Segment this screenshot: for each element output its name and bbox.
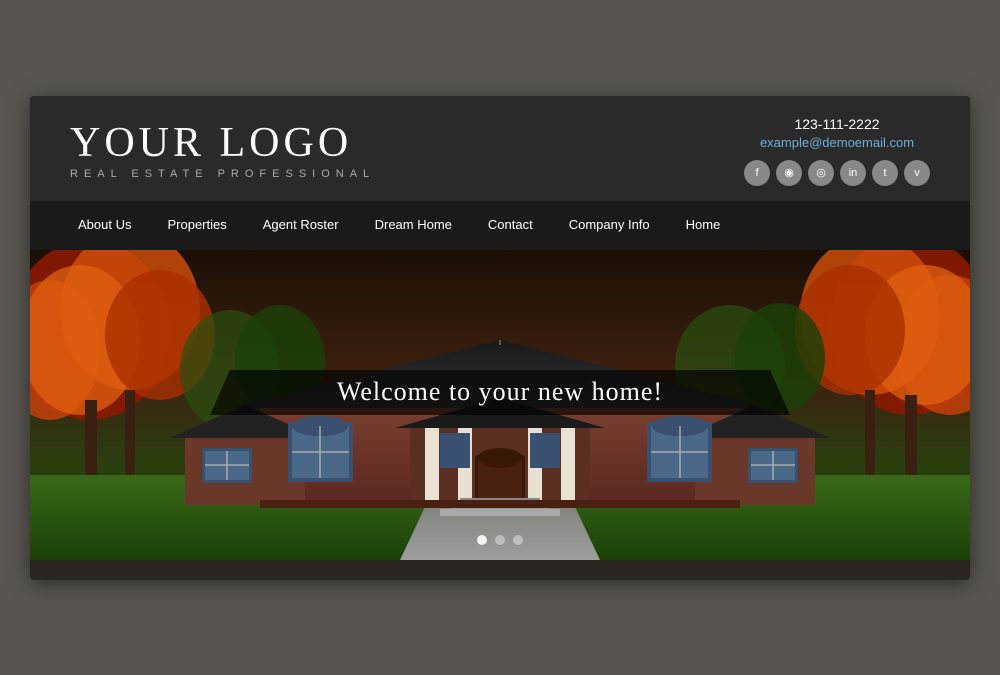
instagram-icon[interactable]: ◎ xyxy=(808,160,834,186)
slider-dot-2[interactable] xyxy=(495,535,505,545)
contact-email[interactable]: example@demoemail.com xyxy=(760,135,914,150)
footer-bar xyxy=(30,560,970,580)
flickr-icon[interactable]: ◉ xyxy=(776,160,802,186)
contact-area: 123-111-2222 example@demoemail.com f ◉ ◎… xyxy=(744,116,930,186)
nav-contact[interactable]: Contact xyxy=(470,201,551,250)
nav-dream-home[interactable]: Dream Home xyxy=(357,201,470,250)
slider-dot-3[interactable] xyxy=(513,535,523,545)
site-nav: About Us Properties Agent Roster Dream H… xyxy=(30,201,970,250)
browser-wrapper: YOUR LOGO REAL ESTATE PROFESSIONAL 123-1… xyxy=(30,96,970,580)
linkedin-icon[interactable]: in xyxy=(840,160,866,186)
logo-text: YOUR LOGO xyxy=(70,122,375,164)
nav-properties[interactable]: Properties xyxy=(149,201,244,250)
twitter-icon[interactable]: t xyxy=(872,160,898,186)
vimeo-icon[interactable]: v xyxy=(904,160,930,186)
site-header: YOUR LOGO REAL ESTATE PROFESSIONAL 123-1… xyxy=(30,96,970,201)
nav-agent-roster[interactable]: Agent Roster xyxy=(245,201,357,250)
hero-section: Welcome to your new home! xyxy=(30,250,970,560)
nav-home[interactable]: Home xyxy=(668,201,739,250)
logo-tagline: REAL ESTATE PROFESSIONAL xyxy=(70,168,375,180)
slider-dot-1[interactable] xyxy=(477,535,487,545)
facebook-icon[interactable]: f xyxy=(744,160,770,186)
svg-text:Welcome to your new home!: Welcome to your new home! xyxy=(337,377,663,406)
slider-dots xyxy=(477,535,523,545)
contact-phone: 123-111-2222 xyxy=(794,116,879,132)
social-icons: f ◉ ◎ in t v xyxy=(744,160,930,186)
hero-image: Welcome to your new home! xyxy=(30,250,970,560)
nav-company-info[interactable]: Company Info xyxy=(551,201,668,250)
nav-about-us[interactable]: About Us xyxy=(60,201,149,250)
logo-area: YOUR LOGO REAL ESTATE PROFESSIONAL xyxy=(70,122,375,180)
